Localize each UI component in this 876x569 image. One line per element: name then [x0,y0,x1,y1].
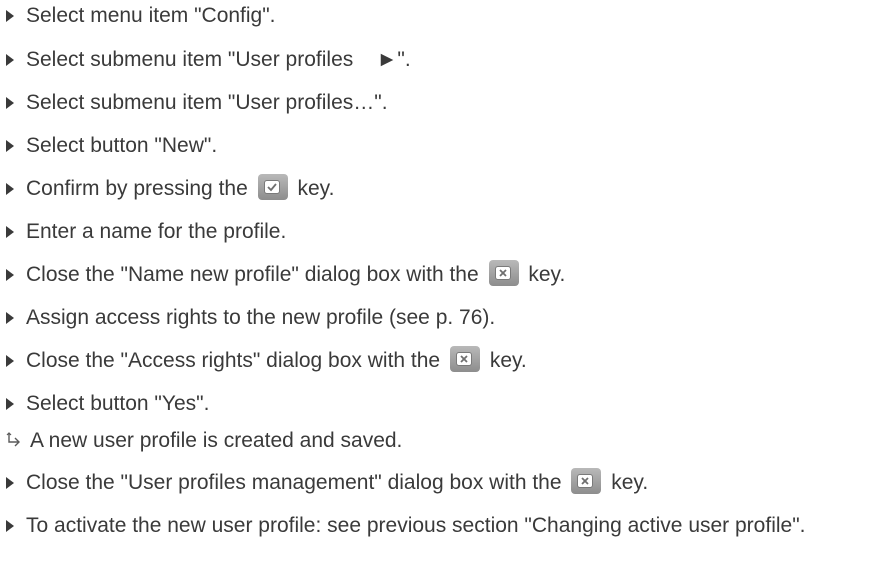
step-text: Close the "Access rights" dialog box wit… [26,349,441,372]
step-text: key. [489,349,527,372]
step-8: Assign access rights to the new profile … [4,304,868,332]
step-text: key. [528,263,566,286]
step-4: Select button "New". [4,132,868,160]
step-10: Select button "Yes". [4,390,868,418]
step-text: Select submenu item "User profiles…". [26,91,388,114]
step-11: Close the "User profiles management" dia… [4,468,868,497]
step-5: Confirm by pressing the key. [4,174,868,203]
step-1: Select menu item "Config". [4,2,868,30]
bullet-arrow-icon [4,261,26,289]
step-3: Select submenu item "User profiles…". [4,89,868,117]
close-key-icon [449,346,480,373]
step-text: Confirm by pressing the [26,177,248,200]
bullet-arrow-icon [4,304,26,332]
bullet-arrow-icon [4,89,26,117]
bullet-arrow-icon [4,390,26,418]
step-text: Select submenu item "User profiles ►". [26,48,411,71]
step-text: Close the "Name new profile" dialog box … [26,263,479,286]
bullet-arrow-icon [4,218,26,246]
step-text: Select button "Yes". [26,392,210,415]
bullet-arrow-icon [4,46,26,74]
step-text: Assign access rights to the new profile … [26,306,496,329]
bullet-arrow-icon [4,175,26,203]
step-text: Close the "User profiles management" dia… [26,471,562,494]
step-7: Close the "Name new profile" dialog box … [4,260,868,289]
step-2: Select submenu item "User profiles ►". [4,46,868,74]
result-arrow-icon [4,427,26,455]
step-text: To activate the new user profile: see pr… [26,514,806,537]
bullet-arrow-icon [4,347,26,375]
step-9: Close the "Access rights" dialog box wit… [4,346,868,375]
step-6: Enter a name for the profile. [4,218,868,246]
step-text: key. [297,177,335,200]
result-text: A new user profile is created and saved. [30,429,403,452]
instruction-page: Select menu item "Config". Select submen… [0,0,876,569]
bullet-arrow-icon [4,132,26,160]
result-line: A new user profile is created and saved. [4,427,868,455]
confirm-key-icon [257,174,288,201]
step-12: To activate the new user profile: see pr… [4,512,868,540]
step-text: key. [611,471,649,494]
step-text: Select menu item "Config". [26,4,276,27]
bullet-arrow-icon [4,469,26,497]
step-text: Select button "New". [26,134,218,157]
bullet-arrow-icon [4,2,26,30]
step-text: Enter a name for the profile. [26,220,287,243]
bullet-arrow-icon [4,512,26,540]
close-key-icon [488,260,519,287]
close-key-icon [571,468,602,495]
